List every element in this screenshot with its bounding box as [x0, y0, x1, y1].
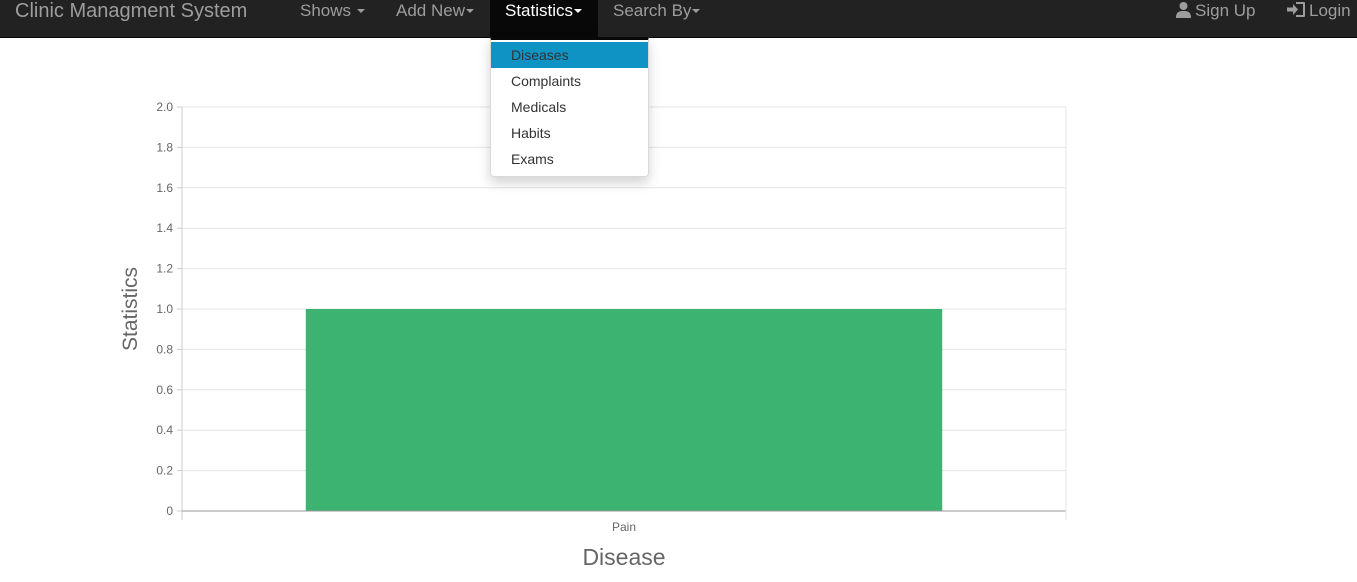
caret-down-icon — [574, 8, 583, 13]
dropdown-item-exams[interactable]: Exams — [491, 146, 648, 172]
x-tick-label: Pain — [612, 520, 636, 534]
nav-add-new-label: Add New — [396, 1, 465, 20]
dropdown-item-complaints[interactable]: Complaints — [491, 68, 648, 94]
dropdown-item-diseases[interactable]: Diseases — [491, 42, 648, 68]
bar-pain[interactable] — [305, 309, 943, 511]
caret-down-icon — [465, 8, 474, 13]
login-icon — [1287, 2, 1305, 17]
nav-login[interactable]: Login — [1287, 0, 1351, 37]
top-navbar: Clinic Managment System Shows Add New St… — [0, 0, 1357, 38]
y-tick-label: 0 — [166, 504, 173, 518]
y-tick-label: 2.0 — [156, 100, 173, 114]
nav-add-new[interactable]: Add New — [396, 0, 474, 37]
y-tick-label: 1.0 — [156, 302, 173, 316]
y-tick-label: 0.8 — [156, 342, 173, 356]
brand-link[interactable]: Clinic Managment System — [15, 0, 247, 24]
y-tick-label: 1.4 — [156, 221, 173, 235]
nav-statistics[interactable]: Statistics — [490, 0, 598, 37]
statistics-dropdown-menu: Diseases Complaints Medicals Habits Exam… — [490, 37, 649, 177]
y-tick-label: 1.2 — [156, 262, 173, 276]
nav-shows-label: Shows — [300, 1, 352, 20]
y-tick-label: 0.6 — [156, 383, 173, 397]
nav-sign-up[interactable]: Sign Up — [1175, 0, 1255, 37]
y-tick-label: 1.8 — [156, 140, 173, 154]
nav-search-by[interactable]: Search By — [613, 0, 701, 37]
nav-statistics-label: Statistics — [505, 1, 574, 20]
nav-login-label: Login — [1309, 1, 1351, 20]
y-tick-label: 0.4 — [156, 423, 173, 437]
dropdown-item-habits[interactable]: Habits — [491, 120, 648, 146]
x-axis-labels: Pain — [612, 520, 636, 534]
caret-down-icon — [357, 8, 366, 13]
bar-chart: 0 0.2 0.4 0.6 0.8 1.0 1.2 1.4 1.6 1.8 2.0 Pain Sta… — [119, 100, 1067, 570]
y-axis-ticks: 0 0.2 0.4 0.6 0.8 1.0 1.2 1.4 1.6 1.8 2.0 — [156, 100, 182, 518]
x-axis-title: Disease — [582, 544, 665, 570]
y-tick-label: 0.2 — [156, 464, 173, 478]
y-tick-label: 1.6 — [156, 181, 173, 195]
nav-sign-up-label: Sign Up — [1195, 1, 1256, 20]
bars — [305, 309, 943, 511]
nav-search-by-label: Search By — [613, 1, 692, 20]
caret-down-icon — [692, 8, 701, 13]
dropdown-item-medicals[interactable]: Medicals — [491, 94, 648, 120]
nav-shows[interactable]: Shows — [300, 0, 366, 37]
user-icon — [1176, 2, 1191, 18]
y-axis-title: Statistics — [119, 267, 142, 351]
